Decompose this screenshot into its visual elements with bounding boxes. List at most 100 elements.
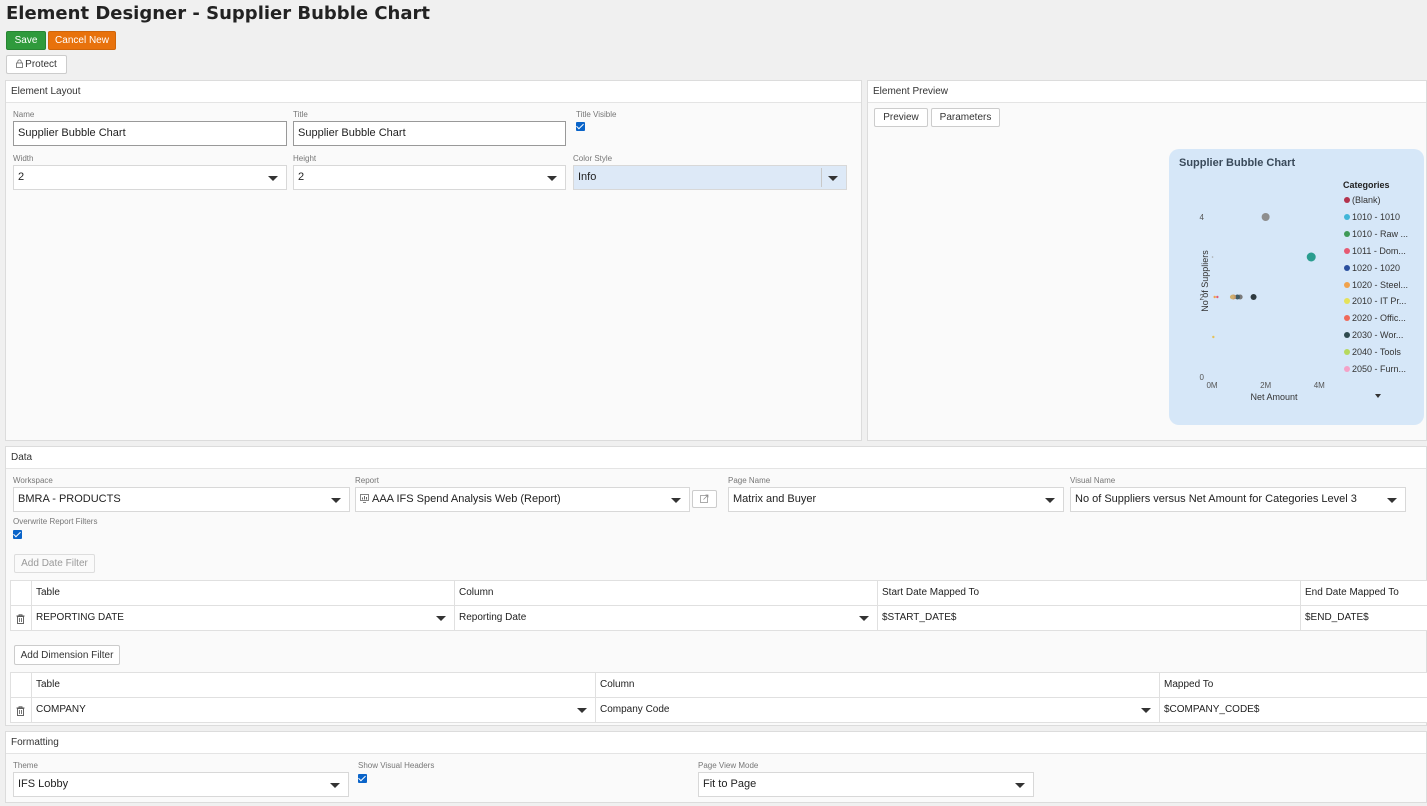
dim-column-select[interactable]: Company Code	[595, 698, 1159, 723]
workspace-select[interactable]: BMRA - PRODUCTS	[13, 487, 350, 512]
bubble-point[interactable]	[1211, 256, 1214, 258]
width-select[interactable]: 2	[13, 165, 287, 190]
legend-label: 2040 - Tools	[1352, 347, 1401, 358]
bubble-point[interactable]	[1250, 294, 1257, 300]
legend-dot-icon	[1344, 197, 1350, 203]
legend-item[interactable]: 1020 - 1020	[1344, 263, 1400, 273]
legend-item[interactable]: 1020 - Steel...	[1344, 280, 1408, 290]
page-name-select[interactable]: Matrix and Buyer	[728, 487, 1064, 512]
legend-label: 1010 - Raw ...	[1352, 228, 1409, 239]
report-label: Report	[355, 476, 380, 485]
date-filter-grid: Table Column Start Date Mapped To End Da…	[10, 580, 1427, 631]
height-label: Height	[293, 154, 317, 163]
overwrite-filters-checkbox[interactable]	[13, 530, 22, 539]
height-select[interactable]: 2	[293, 165, 566, 190]
protect-button[interactable]: Protect	[6, 55, 67, 74]
report-select[interactable]: AAA IFS Spend Analysis Web (Report)	[355, 487, 690, 512]
title-visible-checkbox[interactable]	[576, 122, 585, 131]
date-column-select[interactable]: Reporting Date	[454, 606, 877, 631]
page-view-mode-select[interactable]: Fit to Page	[698, 772, 1034, 797]
y-axis-label: No of Suppliers	[1200, 250, 1210, 312]
chevron-down-icon	[330, 783, 340, 788]
legend-dot-icon	[1344, 349, 1350, 356]
legend-label: 1020 - Steel...	[1352, 279, 1409, 290]
add-date-filter-button[interactable]: Add Date Filter	[14, 554, 95, 573]
page-view-mode-label: Page View Mode	[698, 761, 759, 770]
chevron-down-icon	[828, 176, 838, 181]
date-table-select[interactable]: REPORTING DATE	[31, 606, 454, 631]
end-date-mapped-input[interactable]: $END_DATE$	[1300, 606, 1427, 631]
legend-item[interactable]: 2040 - Tools	[1344, 347, 1401, 357]
report-value: AAA IFS Spend Analysis Web (Report)	[372, 493, 561, 505]
legend-label: 2020 - Offic...	[1352, 313, 1406, 324]
legend-item[interactable]: 2030 - Wor...	[1344, 330, 1403, 340]
show-visual-headers-checkbox[interactable]	[358, 774, 367, 783]
name-label: Name	[13, 110, 35, 119]
legend-dot-icon	[1344, 213, 1350, 220]
tab-parameters[interactable]: Parameters	[931, 108, 1000, 127]
dimension-filter-grid: Table Column Mapped To COMPANY Company C…	[10, 672, 1427, 723]
title-input[interactable]: Supplier Bubble Chart	[293, 121, 566, 146]
legend-item[interactable]: 1010 - Raw ...	[1344, 229, 1408, 239]
data-panel: Data Workspace BMRA - PRODUCTS Report AA…	[5, 446, 1427, 726]
chevron-down-icon	[1387, 498, 1397, 503]
dim-mapped-input[interactable]: $COMPANY_CODE$	[1159, 698, 1427, 723]
dim-table-select[interactable]: COMPANY	[31, 698, 595, 723]
legend-dot-icon	[1344, 230, 1350, 237]
date-header-column: Column	[454, 581, 877, 605]
color-style-value: Info	[578, 171, 597, 183]
chevron-down-icon	[268, 176, 278, 181]
legend-dot-icon	[1344, 315, 1350, 322]
bubble-point[interactable]	[1306, 252, 1316, 262]
bubble-point[interactable]	[1212, 335, 1215, 339]
legend-dot-icon	[1344, 366, 1350, 372]
bubble-point[interactable]	[1216, 295, 1219, 299]
chevron-down-icon	[671, 498, 681, 503]
legend-item[interactable]: (Blank)	[1344, 195, 1381, 205]
legend: (Blank) 1010 - 1010 1010 - Raw ... 1011 - D…	[1344, 195, 1424, 380]
theme-select[interactable]: IFS Lobby	[13, 772, 349, 797]
legend-item[interactable]: 2050 - Furn...	[1344, 364, 1406, 374]
trash-icon[interactable]	[16, 706, 25, 716]
save-button[interactable]: Save	[6, 31, 46, 50]
chart-card: Supplier Bubble Chart No of Suppliers Ne…	[1169, 149, 1424, 425]
legend-title: Categories	[1343, 180, 1390, 190]
element-preview-panel: Element Preview Preview Parameters Suppl…	[867, 80, 1427, 441]
chevron-down-icon	[859, 616, 869, 621]
add-dimension-filter-button[interactable]: Add Dimension Filter	[14, 645, 120, 665]
date-header-end: End Date Mapped To	[1300, 581, 1427, 605]
bubble-point[interactable]	[1229, 294, 1235, 300]
y-tick-label: 2	[1200, 293, 1205, 302]
legend-label: (Blank)	[1352, 195, 1381, 205]
tab-preview[interactable]: Preview	[874, 108, 928, 127]
x-tick-label: 2M	[1260, 381, 1271, 390]
date-grid-header-row: Table Column Start Date Mapped To End Da…	[11, 581, 1427, 606]
date-table-value: REPORTING DATE	[36, 612, 124, 623]
date-header-start: Start Date Mapped To	[877, 581, 1300, 605]
legend-dot-icon	[1344, 281, 1350, 288]
bubble-point[interactable]	[1261, 213, 1270, 221]
open-report-button[interactable]	[692, 490, 717, 508]
legend-item[interactable]: 2020 - Offic...	[1344, 313, 1406, 323]
formatting-panel: Formatting Theme IFS Lobby Show Visual H…	[5, 731, 1427, 803]
visual-name-value: No of Suppliers versus Net Amount for Ca…	[1075, 493, 1357, 505]
legend-item[interactable]: 1011 - Dom...	[1344, 246, 1406, 256]
start-date-mapped-input[interactable]: $START_DATE$	[877, 606, 1300, 631]
y-tick-label: 4	[1200, 213, 1205, 222]
page-name-label: Page Name	[728, 476, 771, 485]
color-style-select[interactable]: Info	[573, 165, 847, 190]
bubble-point[interactable]	[1213, 295, 1216, 299]
name-input[interactable]: Supplier Bubble Chart	[13, 121, 287, 146]
legend-dot-icon	[1344, 247, 1350, 254]
legend-label: 2030 - Wor...	[1352, 330, 1404, 341]
trash-icon[interactable]	[16, 614, 25, 624]
legend-scroll-down-icon[interactable]	[1375, 394, 1381, 398]
visual-name-label: Visual Name	[1070, 476, 1116, 485]
legend-item[interactable]: 2010 - IT Pr...	[1344, 296, 1406, 306]
legend-item[interactable]: 1010 - 1010	[1344, 212, 1400, 222]
dim-grid-header-row: Table Column Mapped To	[11, 673, 1427, 698]
visual-name-select[interactable]: No of Suppliers versus Net Amount for Ca…	[1070, 487, 1406, 512]
cancel-new-button[interactable]: Cancel New	[48, 31, 116, 50]
width-value: 2	[18, 171, 25, 183]
workspace-value: BMRA - PRODUCTS	[18, 493, 121, 505]
